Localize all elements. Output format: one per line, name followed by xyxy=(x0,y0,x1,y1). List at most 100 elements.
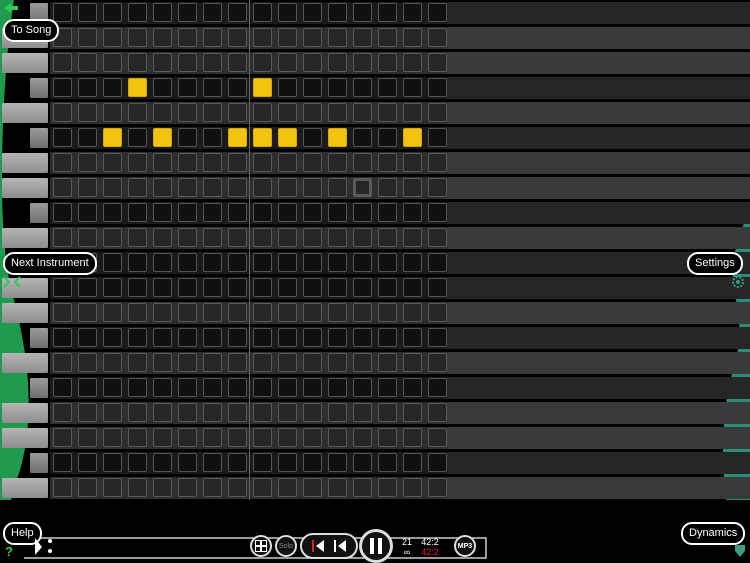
step-cell[interactable] xyxy=(228,378,247,397)
step-cell[interactable] xyxy=(278,378,297,397)
step-cell[interactable] xyxy=(428,478,447,497)
instrument-swap-icon[interactable] xyxy=(3,276,21,288)
step-cell-on[interactable] xyxy=(178,178,197,197)
step-cell[interactable] xyxy=(353,3,372,22)
step-cell[interactable] xyxy=(203,53,222,72)
step-cell[interactable] xyxy=(78,103,97,122)
step-cell[interactable] xyxy=(178,103,197,122)
step-cell[interactable] xyxy=(178,28,197,47)
step-cell[interactable] xyxy=(203,103,222,122)
step-cell[interactable] xyxy=(303,378,322,397)
step-cell[interactable] xyxy=(303,53,322,72)
step-cell[interactable] xyxy=(378,178,397,197)
step-cell[interactable] xyxy=(328,103,347,122)
step-cell[interactable] xyxy=(153,3,172,22)
step-cell-on[interactable] xyxy=(328,128,347,147)
step-cell[interactable] xyxy=(53,453,72,472)
step-cell[interactable] xyxy=(103,28,122,47)
step-cell-on[interactable] xyxy=(228,128,247,147)
step-cell[interactable] xyxy=(253,378,272,397)
step-cell[interactable] xyxy=(103,428,122,447)
step-cell[interactable] xyxy=(53,203,72,222)
step-cell[interactable] xyxy=(378,278,397,297)
step-cell[interactable] xyxy=(253,478,272,497)
step-cell[interactable] xyxy=(353,153,372,172)
step-cell[interactable] xyxy=(328,478,347,497)
step-cell[interactable] xyxy=(428,403,447,422)
step-cell[interactable] xyxy=(278,328,297,347)
step-cell[interactable] xyxy=(178,453,197,472)
step-cell-on[interactable] xyxy=(253,228,272,247)
step-cell[interactable] xyxy=(153,253,172,272)
step-cell[interactable] xyxy=(253,328,272,347)
step-cell[interactable] xyxy=(203,153,222,172)
step-cell[interactable] xyxy=(353,303,372,322)
step-cell[interactable] xyxy=(228,203,247,222)
step-cell[interactable] xyxy=(328,153,347,172)
step-cell[interactable] xyxy=(53,353,72,372)
step-cell[interactable] xyxy=(403,453,422,472)
step-cell[interactable] xyxy=(203,178,222,197)
step-cell[interactable] xyxy=(203,3,222,22)
step-cell[interactable] xyxy=(228,303,247,322)
step-cell[interactable] xyxy=(103,253,122,272)
step-cell[interactable] xyxy=(328,3,347,22)
step-cell[interactable] xyxy=(53,103,72,122)
step-cell[interactable] xyxy=(353,378,372,397)
step-cell[interactable] xyxy=(228,3,247,22)
step-cell[interactable] xyxy=(403,103,422,122)
step-cell[interactable] xyxy=(303,303,322,322)
piano-key[interactable] xyxy=(30,328,48,348)
step-cell[interactable] xyxy=(328,278,347,297)
step-cell[interactable] xyxy=(128,303,147,322)
step-cell[interactable] xyxy=(128,128,147,147)
step-cell[interactable] xyxy=(128,328,147,347)
step-cell[interactable] xyxy=(378,403,397,422)
step-cell[interactable] xyxy=(328,228,347,247)
step-cell[interactable] xyxy=(428,303,447,322)
step-cell[interactable] xyxy=(403,3,422,22)
step-cell[interactable] xyxy=(153,78,172,97)
step-cell[interactable] xyxy=(278,353,297,372)
step-cell[interactable] xyxy=(103,203,122,222)
step-cell[interactable] xyxy=(178,378,197,397)
step-cell[interactable] xyxy=(328,303,347,322)
step-cell[interactable] xyxy=(278,203,297,222)
step-cell[interactable] xyxy=(278,178,297,197)
step-cell[interactable] xyxy=(303,278,322,297)
step-cell[interactable] xyxy=(78,78,97,97)
step-cell[interactable] xyxy=(153,28,172,47)
step-cell[interactable] xyxy=(178,228,197,247)
step-cell[interactable] xyxy=(178,278,197,297)
step-cell[interactable] xyxy=(203,403,222,422)
step-cell[interactable] xyxy=(253,178,272,197)
step-cell[interactable] xyxy=(228,428,247,447)
step-cell[interactable] xyxy=(178,153,197,172)
step-cell[interactable] xyxy=(403,228,422,247)
step-cell[interactable] xyxy=(128,3,147,22)
step-cell[interactable] xyxy=(178,203,197,222)
step-cell-on[interactable] xyxy=(128,178,147,197)
step-cell[interactable] xyxy=(403,53,422,72)
step-cell[interactable] xyxy=(128,428,147,447)
step-cell[interactable] xyxy=(53,328,72,347)
step-cell[interactable] xyxy=(428,178,447,197)
piano-key[interactable] xyxy=(30,78,48,98)
step-cell[interactable] xyxy=(378,428,397,447)
step-cell-on[interactable] xyxy=(203,228,222,247)
step-cell-on[interactable] xyxy=(128,78,147,97)
step-cell[interactable] xyxy=(228,278,247,297)
step-cell[interactable] xyxy=(178,78,197,97)
step-cell[interactable] xyxy=(53,53,72,72)
step-cell[interactable] xyxy=(303,428,322,447)
step-cell[interactable] xyxy=(303,253,322,272)
step-cell[interactable] xyxy=(178,253,197,272)
step-cell[interactable] xyxy=(378,28,397,47)
step-cell[interactable] xyxy=(78,453,97,472)
piano-key[interactable] xyxy=(30,453,48,473)
step-cell-on[interactable] xyxy=(303,178,322,197)
step-cell[interactable] xyxy=(78,153,97,172)
step-cell[interactable] xyxy=(228,103,247,122)
rewind-start-icon[interactable] xyxy=(312,540,324,552)
step-cell[interactable] xyxy=(253,403,272,422)
